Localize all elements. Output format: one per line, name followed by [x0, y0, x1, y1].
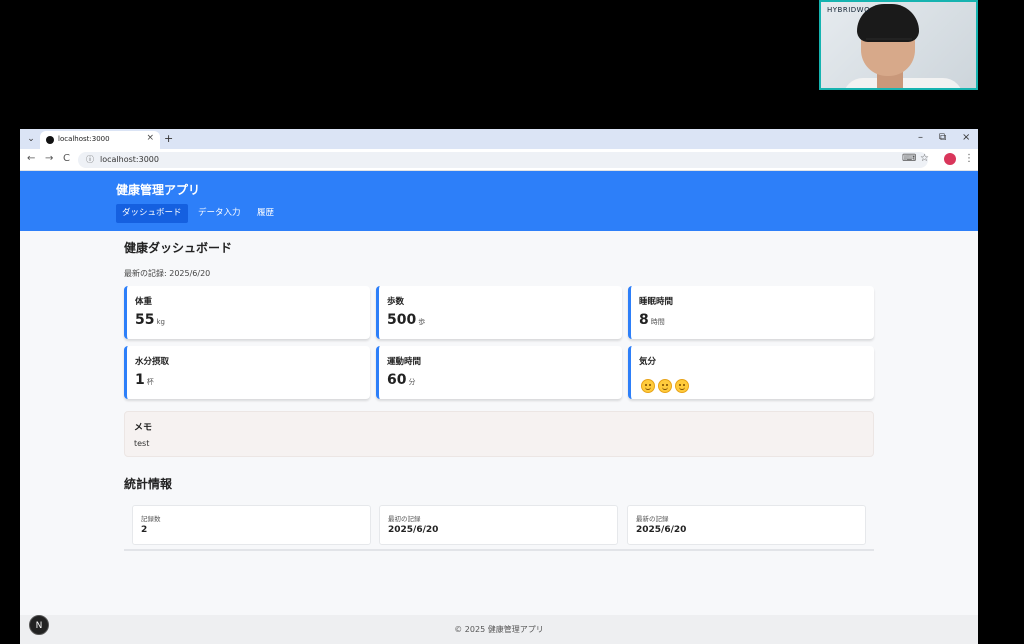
memo-title: メモ — [134, 423, 153, 433]
tab-title: localhost:3000 — [58, 135, 110, 143]
forward-arrow-icon[interactable]: → — [45, 153, 53, 164]
address-bar: ← → C ⓘ localhost:3000 ⌨ ☆ ⋮ — [20, 149, 978, 171]
profile-avatar[interactable] — [944, 153, 956, 165]
tab-search-icon[interactable]: ⌄ — [24, 132, 38, 146]
new-tab-button[interactable]: + — [164, 132, 173, 145]
url-input[interactable]: ⓘ localhost:3000 — [78, 152, 928, 168]
stat-record-count: 記録数 2 — [132, 505, 371, 545]
nav-dashboard[interactable]: ダッシュボード — [116, 204, 188, 223]
card-label: 歩数 — [387, 297, 405, 307]
tab-close-icon[interactable]: × — [146, 133, 154, 143]
water-card: 水分摂取 1杯 — [124, 346, 370, 399]
minimize-button[interactable]: – — [918, 132, 923, 143]
stat-label: 最初の記録 — [388, 515, 421, 523]
card-value: 8 時間 — [639, 312, 665, 328]
latest-record-text: 最新の記録: 2025/6/20 — [124, 269, 211, 278]
webcam-overlay-text: HYBRIDWO — [827, 6, 871, 14]
nextjs-dev-badge[interactable]: N — [29, 615, 49, 635]
stat-value: 2 — [141, 525, 148, 535]
steps-card: 歩数 500 歩 — [376, 286, 622, 339]
sleep-card: 睡眠時間 8 時間 — [628, 286, 874, 339]
webcam-overlay: HYBRIDWO — [819, 0, 978, 90]
browser-window: ⌄ localhost:3000 × + – ⧉ × ← → C ⓘ local… — [20, 129, 978, 644]
webcam-person-shirt — [843, 78, 963, 88]
exercise-card: 運動時間 60 分 — [376, 346, 622, 399]
value-unit: 杯 — [146, 378, 154, 386]
mood-icons — [641, 378, 692, 397]
stat-value: 2025/6/20 — [636, 525, 687, 535]
stat-latest-record: 最新の記録 2025/6/20 — [627, 505, 866, 545]
smiling-face-icon — [641, 379, 655, 393]
nav-history[interactable]: 履歴 — [251, 204, 280, 223]
memo-text: test — [134, 439, 150, 448]
close-window-button[interactable]: × — [962, 132, 970, 143]
bookmark-star-icon[interactable]: ☆ — [920, 153, 929, 164]
url-text: localhost:3000 — [100, 155, 159, 164]
mood-card: 気分 — [628, 346, 874, 399]
restore-button[interactable]: ⧉ — [939, 132, 946, 143]
memo-box: メモ test — [124, 411, 874, 457]
card-label: 運動時間 — [387, 357, 422, 367]
value-number: 500 — [387, 312, 417, 328]
stats-panel: 記録数 2 最初の記録 2025/6/20 最新の記録 2025/6/20 — [124, 501, 874, 551]
value-number: 8 — [639, 312, 649, 328]
back-arrow-icon[interactable]: ← — [27, 153, 35, 164]
favicon-icon — [46, 136, 54, 144]
stat-first-record: 最初の記録 2025/6/20 — [379, 505, 618, 545]
translate-icon[interactable]: ⌨ — [902, 153, 916, 164]
stat-value: 2025/6/20 — [388, 525, 439, 535]
webcam-person-glasses — [866, 38, 912, 48]
card-label: 体重 — [135, 297, 153, 307]
value-unit: 歩 — [418, 318, 426, 326]
nav-data-input[interactable]: データ入力 — [192, 204, 247, 223]
smiling-face-icon — [658, 379, 672, 393]
card-label: 水分摂取 — [135, 357, 170, 367]
card-label: 睡眠時間 — [639, 297, 674, 307]
stat-label: 記録数 — [141, 515, 161, 523]
page-title: 健康ダッシュボード — [124, 241, 233, 255]
stat-label: 最新の記録 — [636, 515, 669, 523]
footer: © 2025 健康管理アプリ — [20, 615, 978, 644]
smiling-face-icon — [675, 379, 689, 393]
browser-menu-icon[interactable]: ⋮ — [964, 153, 974, 164]
page-content: 健康管理アプリ ダッシュボード データ入力 履歴 健康ダッシュボード 最新の記録… — [20, 171, 978, 644]
reload-icon[interactable]: C — [63, 153, 70, 164]
value-unit: kg — [156, 318, 165, 326]
app-title: 健康管理アプリ — [116, 183, 201, 197]
value-number: 60 — [387, 372, 407, 388]
app-header: 健康管理アプリ ダッシュボード データ入力 履歴 — [20, 171, 978, 231]
value-unit: 時間 — [650, 318, 665, 326]
card-label: 気分 — [639, 357, 657, 367]
value-unit: 分 — [408, 378, 416, 386]
card-value: 1杯 — [135, 372, 154, 388]
site-info-icon[interactable]: ⓘ — [86, 154, 94, 165]
value-number: 55 — [135, 312, 155, 328]
card-value: 55 kg — [135, 312, 165, 328]
value-number: 1 — [135, 372, 145, 388]
card-value: 60 分 — [387, 372, 415, 388]
footer-text: © 2025 健康管理アプリ — [454, 625, 544, 634]
screen: HYBRIDWO ⌄ localhost:3000 × + – ⧉ × ← → … — [0, 0, 1024, 644]
stats-title: 統計情報 — [124, 477, 173, 491]
tab-strip: ⌄ localhost:3000 × + – ⧉ × — [20, 129, 978, 149]
weight-card: 体重 55 kg — [124, 286, 370, 339]
browser-tab[interactable]: localhost:3000 × — [40, 131, 160, 149]
card-value: 500 歩 — [387, 312, 425, 328]
